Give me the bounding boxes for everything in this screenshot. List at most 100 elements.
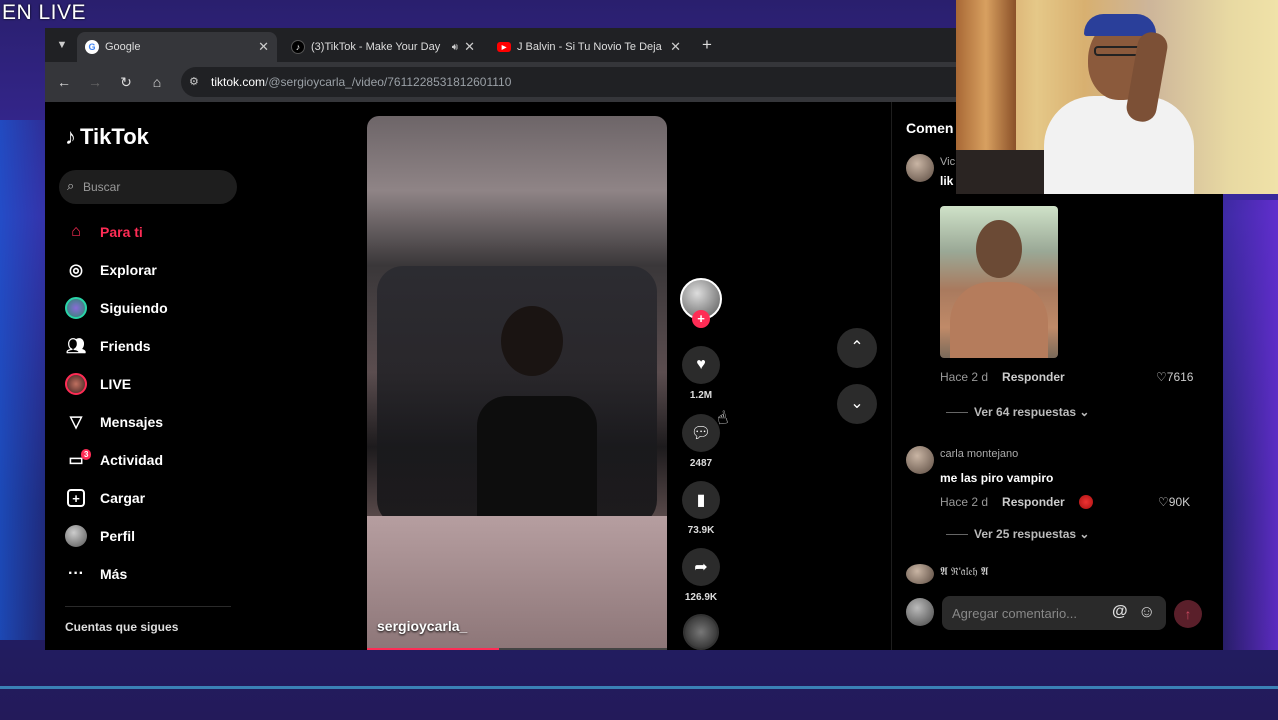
heart-outline-icon: ♡	[1158, 495, 1169, 509]
reply-button[interactable]: Responder	[1002, 495, 1065, 509]
follow-plus-icon[interactable]: +	[692, 310, 710, 328]
comment-username[interactable]: Vic	[940, 156, 955, 168]
comment-avatar[interactable]	[906, 564, 934, 584]
nav-label: Cargar	[100, 490, 146, 506]
nav-item-cargar[interactable]: + Cargar	[65, 483, 145, 513]
nav-item-live[interactable]: LIVE	[65, 369, 131, 399]
nav-item-actividad[interactable]: ▭ 3 Actividad	[65, 445, 163, 475]
comment-image[interactable]	[940, 206, 1058, 358]
tab-title: (3)TikTok - Make Your Day	[311, 41, 441, 53]
heart-icon: ♥	[696, 356, 706, 373]
video-frame-person	[467, 306, 597, 546]
like-button[interactable]: ♥	[682, 346, 720, 384]
my-avatar	[906, 598, 934, 626]
replies-label: Ver 64 respuestas	[974, 405, 1077, 419]
nav-label: Actividad	[100, 452, 164, 468]
nav-label: Más	[100, 566, 128, 582]
close-icon[interactable]: ✕	[670, 39, 681, 55]
activity-badge: 3	[81, 449, 92, 460]
comment-avatar[interactable]	[906, 154, 934, 182]
search-input[interactable]: ⌕ Buscar	[59, 170, 237, 204]
nav-item-para-ti[interactable]: ⌂ Para ti	[65, 217, 143, 247]
profile-avatar-icon	[65, 525, 87, 547]
comment-username[interactable]: carla montejano	[940, 448, 1018, 460]
tab-title: J Balvin - Si Tu Novio Te Deja Sc	[517, 41, 665, 53]
comment-like-button[interactable]: ♡7616	[1156, 370, 1193, 384]
new-tab-button[interactable]: +	[697, 35, 717, 55]
share-button[interactable]: ➦	[682, 548, 720, 586]
music-disc-icon[interactable]	[683, 614, 719, 650]
comment-input[interactable]: Agregar comentario... @ ☺	[942, 596, 1166, 630]
webcam-desk	[956, 150, 1056, 194]
tab-search-chevron-icon[interactable]: ▼	[53, 36, 71, 54]
speaker-icon[interactable]: 🔊︎	[452, 42, 458, 53]
send-comment-button[interactable]: ↑	[1174, 600, 1202, 628]
comment-input-placeholder: Agregar comentario...	[952, 606, 1078, 621]
close-icon[interactable]: ✕	[258, 39, 269, 55]
nav-item-friends[interactable]: 👥︎ Friends	[65, 331, 151, 361]
mention-icon[interactable]: @	[1112, 603, 1128, 621]
tiktok-logo[interactable]: ♪ TikTok	[65, 124, 149, 150]
home-button-icon[interactable]: ⌂	[148, 73, 166, 91]
friends-icon: 👥︎	[65, 338, 87, 355]
comment-meta: Hace 2 d Responder	[940, 495, 1093, 509]
nav-item-mas[interactable]: ··· Más	[65, 559, 127, 589]
reply-button[interactable]: Responder	[1002, 370, 1065, 384]
reload-icon[interactable]: ↻	[117, 73, 135, 91]
tab-youtube[interactable]: ▶ J Balvin - Si Tu Novio Te Deja Sc ✕	[489, 32, 689, 62]
previous-video-button[interactable]: ⌃	[837, 328, 877, 368]
url-text[interactable]: tiktok.com/@sergioycarla_/video/76112285…	[211, 75, 511, 89]
chevron-down-icon: ⌄	[1079, 405, 1090, 419]
comment-like-button[interactable]: ♡90K	[1158, 495, 1190, 509]
comment-time: Hace 2 d	[940, 370, 989, 384]
nav-item-explorar[interactable]: ◎ Explorar	[65, 255, 157, 285]
nav-label: Para ti	[100, 224, 143, 240]
nav-label: Perfil	[100, 528, 136, 544]
nav-label: Mensajes	[100, 414, 164, 430]
background-glow-right	[1218, 200, 1278, 650]
view-replies-button[interactable]: Ver 25 respuestas ⌄	[946, 527, 1089, 541]
next-video-button[interactable]: ⌄	[837, 384, 877, 424]
comment-count: 2487	[689, 458, 713, 469]
view-replies-button[interactable]: Ver 64 respuestas ⌄	[946, 405, 1089, 419]
video-player[interactable]: sergioycarla_	[367, 116, 667, 650]
close-icon[interactable]: ✕	[464, 39, 475, 55]
upload-icon: +	[67, 489, 85, 507]
comment-like-count: 90K	[1168, 495, 1191, 509]
logo-text: TikTok	[80, 124, 149, 149]
share-icon: ➦	[694, 559, 708, 576]
comment-input-row: Agregar comentario... @ ☺ ↑	[906, 596, 1210, 632]
heart-outline-icon: ♡	[1156, 370, 1167, 384]
comment-username[interactable]: 𝕬 ℜ'𝔞𝔩𝔢𝔥 𝕬	[940, 566, 988, 579]
tab-google[interactable]: G Google ✕	[77, 32, 277, 62]
tiktok-icon: ♪	[291, 40, 305, 54]
following-accounts-title: Cuentas que sigues	[65, 620, 179, 634]
nav-item-mensajes[interactable]: ▽ Mensajes	[65, 407, 163, 437]
sidebar-divider	[65, 606, 231, 607]
nav-item-siguiendo[interactable]: Siguiendo	[65, 293, 168, 323]
search-placeholder: Buscar	[83, 180, 121, 194]
back-icon[interactable]: ←	[55, 73, 73, 91]
comment-like-count: 7616	[1166, 370, 1194, 384]
tab-tiktok[interactable]: ♪ (3)TikTok - Make Your Day 🔊︎ ✕	[283, 32, 483, 62]
video-progress-bar[interactable]	[367, 648, 667, 650]
comment-avatar[interactable]	[906, 446, 934, 474]
url-host: tiktok.com	[211, 75, 266, 89]
video-username[interactable]: sergioycarla_	[377, 618, 467, 634]
comment-button[interactable]: 💬︎	[682, 414, 720, 452]
activity-icon: ▭ 3	[65, 449, 92, 471]
url-path: /@sergioycarla_/video/761122853181260111…	[265, 75, 512, 89]
compass-icon: ◎	[69, 262, 83, 279]
webcam-person-shirt	[1044, 96, 1194, 194]
following-avatar-icon	[65, 297, 87, 319]
nav-item-perfil[interactable]: Perfil	[65, 521, 135, 551]
creator-liked-avatar-icon	[1078, 495, 1093, 509]
emoji-icon[interactable]: ☺	[1138, 602, 1155, 622]
nav-label: LIVE	[100, 376, 132, 392]
background-stripe	[0, 686, 1278, 689]
site-settings-icon[interactable]: ⚙	[189, 75, 199, 88]
send-icon: ▽	[69, 414, 83, 431]
save-button[interactable]: ▮	[682, 481, 720, 519]
bookmark-icon: ▮	[696, 492, 706, 509]
forward-icon[interactable]: →	[86, 73, 104, 91]
